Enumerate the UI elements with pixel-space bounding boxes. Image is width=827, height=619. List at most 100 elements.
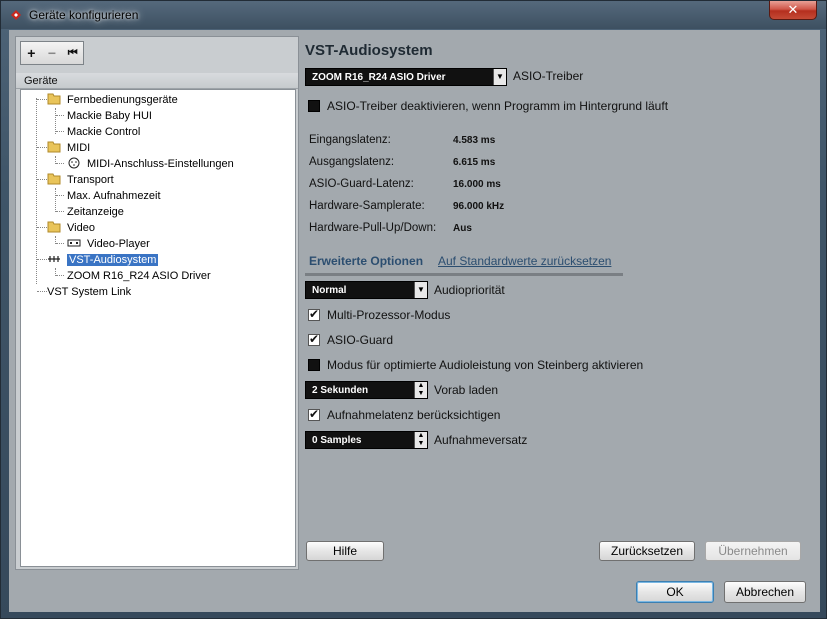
asio-driver-select[interactable]: ZOOM R16_R24 ASIO Driver ▼ (305, 68, 507, 86)
asio-guard-checkbox[interactable] (308, 332, 320, 346)
audio-priority-label: Audiopriorität (434, 283, 505, 297)
steinberg-mode-label: Modus für optimierte Audioleistung von S… (327, 358, 644, 372)
settings-panel: VST-Audiosystem ZOOM R16_R24 ASIO Driver… (305, 36, 814, 570)
tree-item-label: Zeitanzeige (67, 206, 124, 218)
cancel-button[interactable]: Abbrechen (724, 581, 806, 603)
tree-item-label: Video-Player (87, 238, 150, 250)
tree-item-vst-audiosystem[interactable]: VST-Audiosystem (47, 252, 159, 268)
folder-icon (47, 173, 61, 185)
tree-connector (37, 147, 47, 148)
tree-connector (37, 291, 47, 292)
chevron-down-icon: ▼ (414, 282, 427, 298)
tree-item-label: MIDI-Anschluss-Einstellungen (87, 158, 234, 170)
hardware-pullup-value: Aus (453, 223, 472, 234)
input-latency-label: Eingangslatenz: (309, 134, 391, 146)
devices-column-header: Geräte (16, 73, 298, 89)
audio-priority-value: Normal (312, 285, 347, 296)
tree-item-label: Transport (67, 174, 114, 186)
deactivate-background-label: ASIO-Treiber deaktivieren, wenn Programm… (327, 99, 669, 113)
stepper-arrows-icon[interactable]: ▲ ▼ (414, 432, 427, 448)
preload-value: 2 Sekunden (312, 385, 369, 396)
tree-item-vst-system-link[interactable]: VST System Link (47, 284, 131, 300)
steinberg-mode-checkbox[interactable] (308, 359, 320, 371)
tree-connector (37, 99, 47, 100)
asio-driver-value: ZOOM R16_R24 ASIO Driver (312, 72, 446, 83)
tree-item-midi[interactable]: MIDI (47, 140, 90, 156)
tree-item-midi-anschluss[interactable]: MIDI-Anschluss-Einstellungen (67, 156, 234, 172)
folder-icon (47, 141, 61, 153)
cubase-app-icon (11, 10, 21, 20)
tree-item-label: Max. Aufnahmezeit (67, 190, 161, 202)
folder-icon (47, 93, 61, 105)
hardware-samplerate-label: Hardware-Samplerate: (309, 200, 425, 212)
multiprocessor-label: Multi-Prozessor-Modus (327, 308, 451, 322)
tree-item-zeitanzeige[interactable]: Zeitanzeige (67, 204, 124, 220)
tree-item-label: Mackie Control (67, 126, 141, 138)
add-device-button[interactable]: + (21, 42, 42, 64)
tree-item-zoom-driver[interactable]: ZOOM R16_R24 ASIO Driver (67, 268, 211, 284)
apply-button[interactable]: Übernehmen (705, 541, 801, 561)
asio-driver-label: ASIO-Treiber (513, 69, 584, 83)
deactivate-background-checkbox[interactable] (308, 100, 320, 112)
tree-connector (37, 179, 47, 180)
tree-connector (56, 195, 64, 196)
hardware-pullup-label: Hardware-Pull-Up/Down: (309, 222, 437, 234)
record-latency-checkbox[interactable] (308, 407, 320, 421)
record-offset-stepper[interactable]: 0 Samples ▲ ▼ (305, 431, 428, 449)
output-latency-label: Ausgangslatenz: (309, 156, 395, 168)
preload-stepper[interactable]: 2 Sekunden ▲ ▼ (305, 381, 428, 399)
tree-item-label: VST-Audiosystem (67, 254, 159, 266)
reset-button[interactable]: Zurücksetzen (599, 541, 695, 561)
chevron-down-icon: ▼ (493, 69, 506, 85)
device-list-panel: + − ⏮ Geräte Fernbedienungsgeräte Mackie… (15, 36, 299, 570)
tree-item-mackie-control[interactable]: Mackie Control (67, 124, 140, 140)
multiprocessor-checkbox[interactable] (308, 307, 320, 321)
tree-item-fernbedienungsgeraete[interactable]: Fernbedienungsgeräte (47, 92, 178, 108)
video-icon (67, 239, 81, 247)
tab-underline (305, 273, 623, 276)
asio-guard-label: ASIO-Guard (327, 333, 394, 347)
tree-connector (56, 163, 64, 164)
tree-item-label: VST System Link (47, 286, 132, 298)
page-title: VST-Audiosystem (305, 42, 433, 59)
tab-advanced-options[interactable]: Erweiterte Optionen (309, 254, 423, 268)
tree-item-label: MIDI (67, 142, 91, 154)
close-button[interactable]: ✕ (769, 1, 817, 20)
tree-item-video[interactable]: Video (47, 220, 95, 236)
tree-connector (37, 227, 47, 228)
tree-item-transport[interactable]: Transport (47, 172, 114, 188)
remove-device-button[interactable]: − (42, 42, 63, 64)
tree-connector (56, 275, 64, 276)
tree-connector (56, 211, 64, 212)
record-latency-label: Aufnahmelatenz berücksichtigen (327, 408, 501, 422)
midi-port-icon (68, 157, 80, 169)
reset-defaults-link[interactable]: Auf Standardwerte zurücksetzen (438, 254, 611, 268)
tree-connector (56, 243, 64, 244)
ok-button[interactable]: OK (636, 581, 714, 603)
tree-item-max-aufnahmezeit[interactable]: Max. Aufnahmezeit (67, 188, 161, 204)
tree-item-label: Mackie Baby HUI (67, 110, 152, 122)
tree-item-label: Fernbedienungsgeräte (67, 94, 178, 106)
dialog-window: Geräte konfigurieren ✕ + − ⏮ Geräte Fern… (0, 0, 827, 619)
tree-connector (56, 115, 64, 116)
tree-item-video-player[interactable]: Video-Player (67, 236, 150, 252)
asio-guard-latency-value: 16.000 ms (453, 179, 501, 190)
window-title: Geräte konfigurieren (29, 8, 139, 22)
preload-label: Vorab laden (434, 383, 499, 397)
tree-connector (56, 131, 64, 132)
device-toolbar: + − ⏮ (20, 41, 84, 65)
title-bar[interactable]: Geräte konfigurieren ✕ (1, 1, 826, 29)
tree-item-label: Video (67, 222, 95, 234)
help-button[interactable]: Hilfe (306, 541, 384, 561)
record-offset-label: Aufnahmeversatz (434, 433, 528, 447)
tree-connector (37, 259, 47, 260)
record-offset-value: 0 Samples (312, 435, 362, 446)
audio-priority-select[interactable]: Normal ▼ (305, 281, 428, 299)
vst-icon (48, 256, 60, 262)
stepper-arrows-icon[interactable]: ▲ ▼ (414, 382, 427, 398)
input-latency-value: 4.583 ms (453, 135, 496, 146)
folder-icon (47, 221, 61, 233)
dialog-client-area: + − ⏮ Geräte Fernbedienungsgeräte Mackie… (9, 30, 820, 612)
reset-device-button[interactable]: ⏮ (62, 42, 83, 64)
tree-item-mackie-baby-hui[interactable]: Mackie Baby HUI (67, 108, 152, 124)
